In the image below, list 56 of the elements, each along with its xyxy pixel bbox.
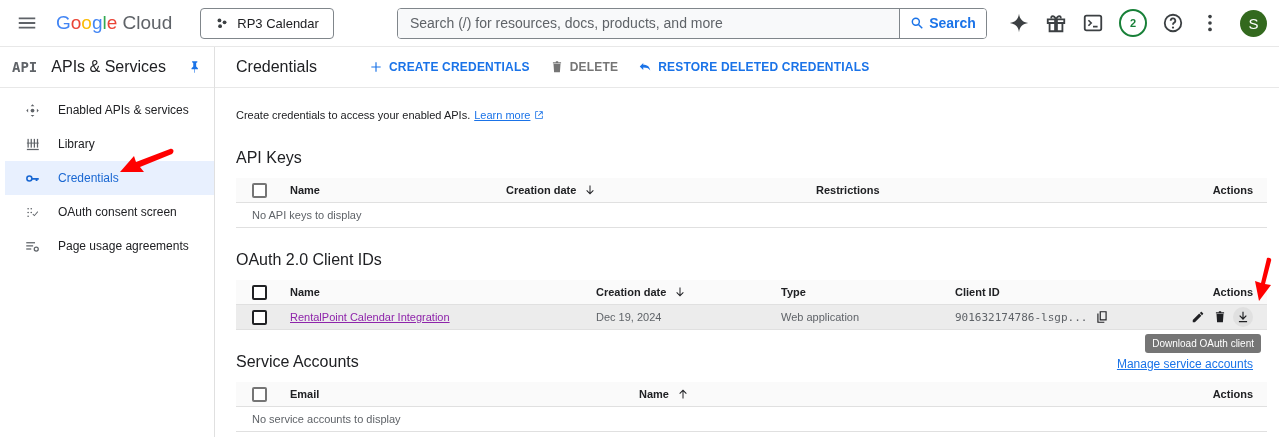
checkbox[interactable]: [252, 309, 267, 325]
column-header[interactable]: Client ID: [955, 286, 1000, 298]
column-header[interactable]: Restrictions: [816, 184, 880, 196]
help-icon[interactable]: [1162, 12, 1184, 34]
annotation-arrow: [1254, 257, 1272, 301]
download-icon: [1236, 310, 1250, 324]
column-header[interactable]: Actions: [1212, 184, 1253, 196]
external-link-icon: [534, 110, 545, 120]
download-button[interactable]: [1233, 307, 1253, 327]
arrow-down-icon[interactable]: [674, 286, 687, 298]
hub-icon: [25, 102, 40, 118]
empty-message: No service accounts to display: [236, 407, 1267, 432]
manage-service-accounts-link[interactable]: Manage service accounts: [1116, 357, 1253, 371]
section-title: API Keys: [236, 149, 302, 167]
column-header[interactable]: Name: [290, 286, 320, 298]
sidebar-item[interactable]: OAuth consent screen: [5, 195, 214, 229]
column-header[interactable]: Name: [639, 388, 669, 400]
column-header[interactable]: Type: [781, 286, 806, 298]
gift-icon[interactable]: [1045, 12, 1067, 34]
page-title: Credentials: [236, 58, 317, 76]
section-title: Service Accounts: [236, 353, 359, 371]
project-picker[interactable]: RP3 Calendar: [200, 7, 334, 39]
client-id: 901632174786-lsgp...: [955, 310, 1088, 324]
terminal-icon[interactable]: [1082, 12, 1104, 34]
restore-button[interactable]: RESTORE DELETED CREDENTIALS: [638, 60, 870, 74]
column-header[interactable]: Name: [290, 184, 320, 196]
sidebar-item[interactable]: Enabled APIs & services: [5, 93, 214, 127]
sidebar-item[interactable]: Page usage agreements: [5, 229, 214, 263]
logo[interactable]: Google Cloud: [56, 12, 173, 34]
create-credentials-button[interactable]: CREATE CREDENTIALS: [368, 60, 530, 74]
avatar[interactable]: S: [1240, 9, 1267, 37]
table-cell-text: Dec 19, 2024: [596, 311, 663, 323]
plus-icon: [368, 60, 383, 74]
column-header[interactable]: Creation date: [596, 286, 667, 298]
learn-more-link[interactable]: Learn more: [474, 109, 531, 121]
checkbox[interactable]: [252, 284, 267, 300]
column-header[interactable]: Creation date: [506, 184, 577, 196]
sidebar-item[interactable]: Library: [5, 127, 214, 161]
edit-icon: [1191, 310, 1205, 324]
tooltip: Download OAuth client: [1145, 334, 1261, 353]
column-header[interactable]: Actions: [1212, 388, 1253, 400]
column-header[interactable]: Email: [290, 388, 320, 400]
arrow-down-icon[interactable]: [584, 184, 597, 196]
delete-icon: [1213, 310, 1227, 324]
library-icon: [25, 136, 40, 152]
section-title: OAuth 2.0 Client IDs: [236, 251, 382, 269]
notification-count[interactable]: 2: [1119, 9, 1147, 37]
sidebar-item[interactable]: Credentials: [5, 161, 214, 195]
table-cell-text: Web application: [781, 311, 861, 323]
client-name-link[interactable]: RentalPoint Calendar Integration: [290, 311, 450, 323]
empty-message: No API keys to display: [236, 203, 1267, 228]
description-text: Create credentials to access your enabled APIs.: [236, 109, 471, 121]
sidebar-title: APIs & Services: [51, 58, 166, 76]
copy-icon[interactable]: [1095, 310, 1110, 324]
column-header[interactable]: Actions: [1212, 286, 1253, 298]
api-logo: API: [12, 59, 38, 75]
